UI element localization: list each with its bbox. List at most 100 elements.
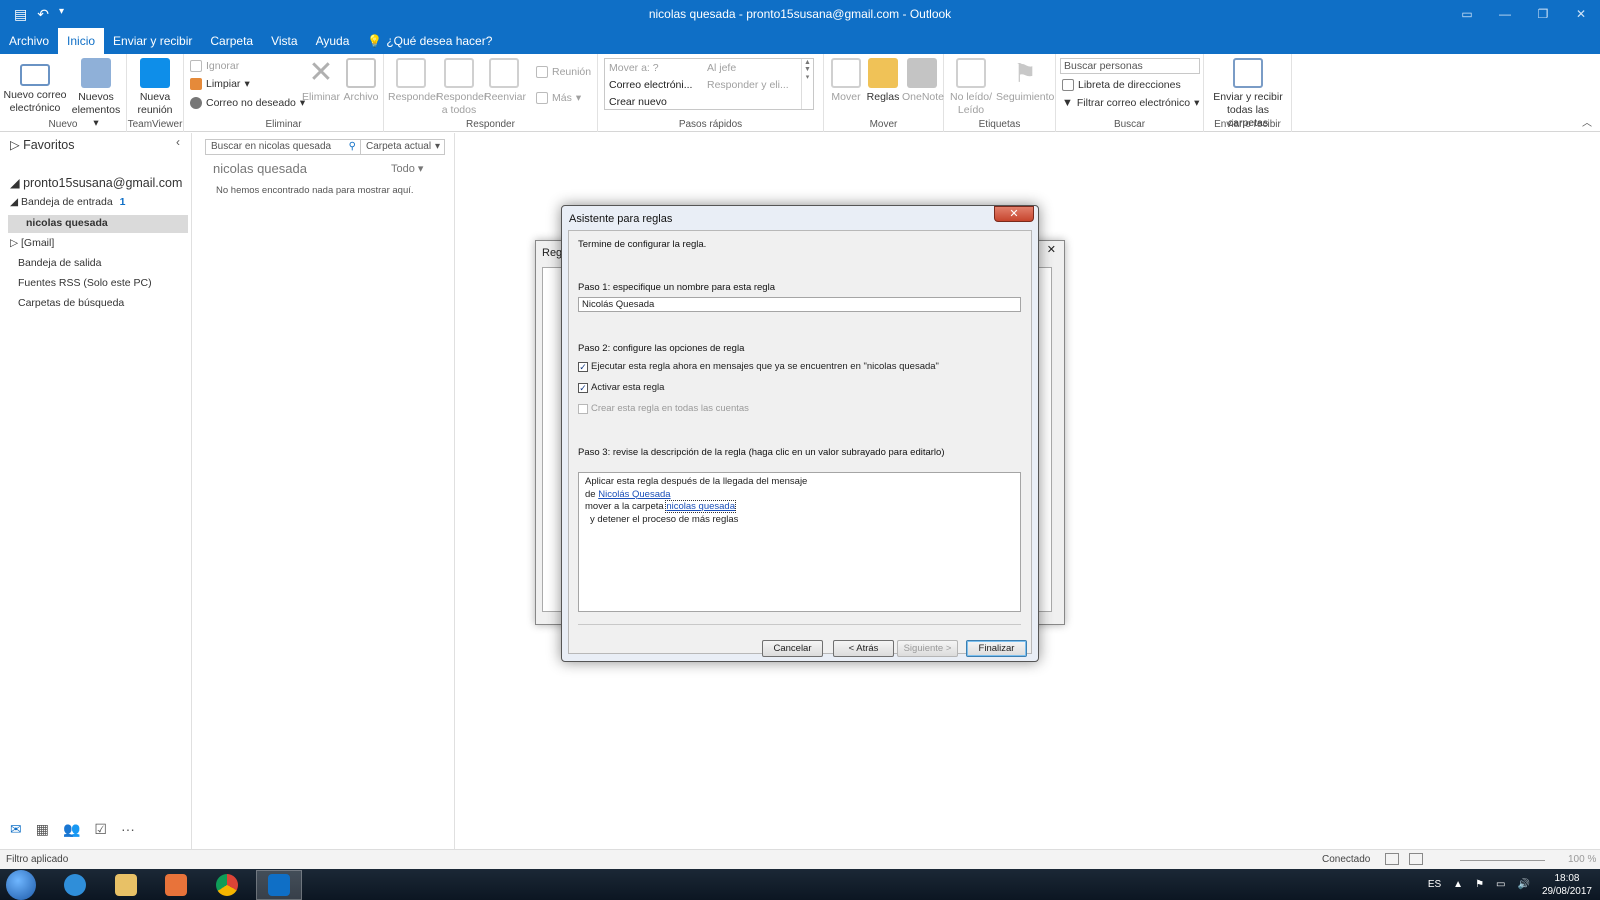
- cancel-button[interactable]: Cancelar: [762, 640, 823, 657]
- move-label: Mover: [831, 91, 861, 103]
- filter-mail-button[interactable]: ▼ Filtrar correo electrónico ▾: [1062, 97, 1199, 109]
- message-list-folder-title: nicolas quesada: [213, 161, 307, 176]
- clock[interactable]: 18:08 29/08/2017: [1542, 872, 1592, 898]
- folder-inbox[interactable]: ◢ Bandeja de entrada 1: [10, 196, 125, 208]
- tab-carpeta[interactable]: Carpeta: [201, 28, 262, 54]
- group-label-teamviewer: TeamViewer: [127, 119, 183, 130]
- mail-icon[interactable]: ✉: [10, 821, 22, 838]
- network-icon[interactable]: ▭: [1496, 879, 1505, 890]
- archive-icon: [346, 58, 376, 88]
- next-button[interactable]: Siguiente >: [897, 640, 958, 657]
- account-header[interactable]: ◢ pronto15susana@gmail.com: [10, 175, 182, 190]
- desc-line-1: Aplicar esta regla después de la llegada…: [585, 476, 808, 487]
- activate-rule-checkbox[interactable]: ✓ Activar esta regla: [578, 382, 664, 393]
- from-sender-link[interactable]: Nicolás Quesada: [598, 489, 670, 500]
- folder-outbox[interactable]: Bandeja de salida: [18, 257, 101, 269]
- junk-button[interactable]: Correo no deseado ▾: [190, 97, 305, 109]
- finish-button[interactable]: Finalizar: [966, 640, 1027, 657]
- rules-button[interactable]: Reglas: [864, 56, 902, 104]
- quickstep-reply-delete[interactable]: Responder y eli...: [707, 79, 789, 91]
- collapse-pane-icon[interactable]: ‹: [176, 135, 180, 149]
- desc-line-from: de Nicolás Quesada: [585, 488, 671, 500]
- tab-vista[interactable]: Vista: [262, 28, 306, 54]
- address-book-button[interactable]: Libreta de direcciones: [1062, 79, 1181, 91]
- folder-gmail[interactable]: ▷ [Gmail]: [10, 237, 54, 249]
- filter-dropdown[interactable]: Todo ▾: [391, 162, 423, 175]
- clean-button[interactable]: Limpiar ▾: [190, 78, 250, 90]
- search-icon[interactable]: ⚲: [349, 140, 356, 154]
- quickstep-to-boss[interactable]: Al jefe: [707, 62, 736, 74]
- quickstep-move-to[interactable]: Mover a: ?: [609, 62, 659, 74]
- close-window-button[interactable]: ✕: [1562, 0, 1600, 28]
- wizard-close-button[interactable]: ✕: [994, 206, 1034, 222]
- more-modules-icon[interactable]: ···: [121, 821, 135, 837]
- tell-me-box[interactable]: 💡 ¿Qué desea hacer?: [358, 28, 501, 54]
- taskbar-ie[interactable]: [52, 870, 98, 900]
- taskbar-outlook[interactable]: [256, 870, 302, 900]
- rule-name-input[interactable]: Nicolás Quesada: [578, 297, 1021, 312]
- rules-dialog-close-icon[interactable]: ✕: [1047, 243, 1056, 256]
- followup-button[interactable]: ⚑ Seguimiento: [996, 56, 1054, 104]
- zoom-slider[interactable]: [1460, 860, 1545, 861]
- people-icon[interactable]: 👥: [63, 821, 80, 838]
- taskbar-explorer[interactable]: [103, 870, 149, 900]
- ribbon-display-icon[interactable]: ▭: [1448, 0, 1486, 28]
- tab-enviar-recibir[interactable]: Enviar y recibir: [104, 28, 201, 54]
- folder-search-folders[interactable]: Carpetas de búsqueda: [18, 297, 124, 309]
- window-title: nicolas quesada - pronto15susana@gmail.c…: [648, 7, 952, 21]
- new-items-label-1: Nuevos: [78, 91, 114, 103]
- clean-icon: [190, 78, 202, 90]
- favorites-header[interactable]: ▷ Favoritos: [10, 137, 75, 152]
- flag-icon: ⚑: [1013, 58, 1037, 88]
- action-center-flag-icon[interactable]: ⚑: [1475, 879, 1484, 890]
- collapse-ribbon-icon[interactable]: ︿: [1582, 114, 1592, 129]
- show-hidden-icons-icon[interactable]: ▲: [1453, 879, 1463, 890]
- ignore-button[interactable]: Ignorar: [190, 60, 239, 72]
- reply-all-button[interactable]: Responder a todos: [436, 56, 487, 117]
- run-now-checkbox[interactable]: ✓ Ejecutar esta regla ahora en mensajes q…: [578, 361, 939, 372]
- ribbon: Nuevo correo electrónico Nuevos elemento…: [0, 54, 1600, 132]
- more-respond-button[interactable]: Más ▾: [536, 92, 581, 104]
- delete-button[interactable]: ✕ Eliminar: [302, 56, 340, 104]
- minimize-button[interactable]: —: [1486, 0, 1524, 28]
- delete-icon: ✕: [308, 56, 334, 89]
- search-mail-input[interactable]: Buscar en nicolas quesada ⚲: [205, 139, 361, 155]
- folder-nicolas-quesada[interactable]: nicolas quesada: [26, 217, 108, 229]
- restore-button[interactable]: ❐: [1524, 0, 1562, 28]
- group-label-eliminar: Eliminar: [265, 119, 302, 130]
- all-accounts-checkbox[interactable]: Crear esta regla en todas las cuentas: [578, 403, 749, 414]
- windows-taskbar: ES ▲ ⚑ ▭ 🔊 18:08 29/08/2017: [0, 869, 1600, 900]
- back-button[interactable]: < Atrás: [833, 640, 894, 657]
- new-meeting-button[interactable]: Nueva reunión: [130, 56, 180, 117]
- target-folder-link[interactable]: nicolas quesada: [665, 500, 736, 513]
- tab-inicio[interactable]: Inicio: [58, 28, 105, 54]
- quickstep-create[interactable]: Crear nuevo: [609, 96, 667, 108]
- tasks-icon[interactable]: ☑: [94, 821, 107, 838]
- reading-view-icon[interactable]: [1409, 853, 1423, 865]
- taskbar-media-player[interactable]: [153, 870, 199, 900]
- volume-icon[interactable]: 🔊: [1517, 879, 1529, 890]
- calendar-icon[interactable]: ▦: [36, 821, 49, 838]
- reply-meeting-button[interactable]: Reunión: [536, 66, 591, 78]
- folder-rss[interactable]: Fuentes RSS (Solo este PC): [18, 277, 152, 289]
- normal-view-icon[interactable]: [1385, 853, 1399, 865]
- start-button[interactable]: [6, 870, 36, 900]
- ribbon-tabs: Archivo Inicio Enviar y recibir Carpeta …: [0, 28, 1600, 54]
- taskbar-chrome[interactable]: [204, 870, 250, 900]
- unread-read-button[interactable]: No leído/ Leído: [948, 56, 994, 117]
- forward-button[interactable]: Reenviar: [484, 56, 526, 104]
- move-button[interactable]: Mover: [828, 56, 864, 104]
- onenote-button[interactable]: OneNote: [902, 56, 944, 104]
- quickstep-email[interactable]: Correo electróni...: [609, 79, 692, 91]
- quickstep-scroll[interactable]: ▲ ▼ ▾: [801, 59, 813, 109]
- reply-button[interactable]: Responder: [388, 56, 439, 104]
- search-scope-dropdown[interactable]: Carpeta actual ▾: [360, 139, 445, 155]
- group-mover: Mover Reglas OneNote Mover: [824, 54, 944, 132]
- step3-label: Paso 3: revise la descripción de la regl…: [578, 447, 945, 458]
- search-people-input[interactable]: Buscar personas: [1060, 58, 1200, 74]
- new-mail-button[interactable]: Nuevo correo electrónico: [3, 56, 67, 115]
- tab-archivo[interactable]: Archivo: [0, 28, 58, 54]
- archive-button[interactable]: Archivo: [342, 56, 380, 104]
- language-indicator[interactable]: ES: [1428, 879, 1441, 890]
- tab-ayuda[interactable]: Ayuda: [307, 28, 359, 54]
